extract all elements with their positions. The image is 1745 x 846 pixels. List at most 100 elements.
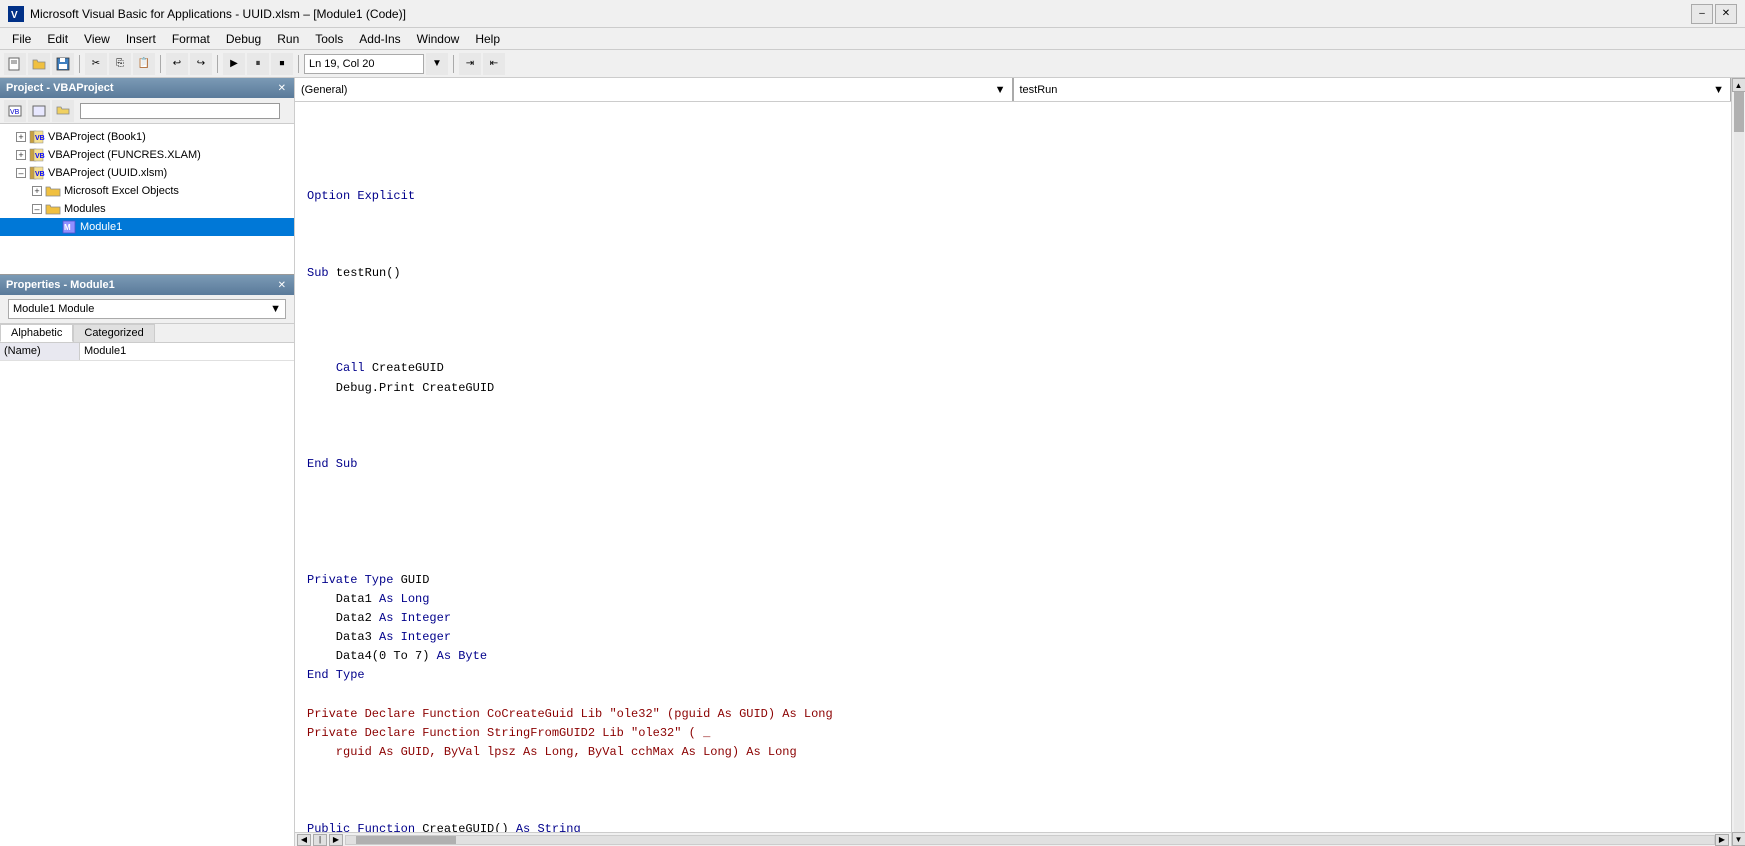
- code-sub-name: testRun(): [336, 266, 401, 280]
- folder-icon-excel-objects: [45, 183, 61, 199]
- code-line-option: Option Explicit: [307, 189, 415, 203]
- code-editor[interactable]: Option Explicit Sub testRun() Call Creat…: [295, 102, 1731, 832]
- menu-edit[interactable]: Edit: [39, 30, 76, 48]
- split-left-btn[interactable]: |: [313, 834, 327, 846]
- hscroll-thumb[interactable]: [356, 836, 456, 844]
- svg-text:VB: VB: [10, 109, 20, 116]
- code-end-sub: End Sub: [307, 457, 357, 471]
- props-val-name[interactable]: Module1: [80, 343, 294, 360]
- toolbar-location: Ln 19, Col 20: [304, 54, 424, 74]
- expand-uuid[interactable]: –: [16, 168, 26, 178]
- toolbar-run-btn[interactable]: ▶: [223, 53, 245, 75]
- toolbar-stop-btn[interactable]: ⏹: [271, 53, 293, 75]
- left-panel: Project - VBAProject ✕ VB +: [0, 78, 295, 846]
- toolbar-copy-btn[interactable]: ⎘: [109, 53, 131, 75]
- tree-item-modules[interactable]: – Modules: [0, 200, 294, 218]
- properties-panel: Properties - Module1 ✕ Module1 Module ▼ …: [0, 275, 294, 846]
- tree-item-uuid[interactable]: – VB VBAProject (UUID.xlsm): [0, 164, 294, 182]
- toolbar-indent-btn[interactable]: ⇥: [459, 53, 481, 75]
- vscroll-up-btn[interactable]: ▲: [1732, 78, 1745, 92]
- properties-dropdown-value: Module1 Module: [13, 303, 94, 315]
- toolbar-sep-5: [453, 55, 454, 73]
- project-view-form-btn[interactable]: [28, 100, 50, 122]
- tree-item-funcres[interactable]: + VB VBAProject (FUNCRES.XLAM): [0, 146, 294, 164]
- toolbar-outdent-btn[interactable]: ⇤: [483, 53, 505, 75]
- toolbar-pause-btn[interactable]: ⏸: [247, 53, 269, 75]
- menu-tools[interactable]: Tools: [307, 30, 351, 48]
- code-private-type: Private Type: [307, 573, 401, 587]
- editor-hscrollbar[interactable]: ◀ | ▶ ▶: [295, 832, 1731, 846]
- tree-label-module1: Module1: [80, 221, 122, 233]
- tree-label-excel-objects: Microsoft Excel Objects: [64, 185, 179, 197]
- minimize-button[interactable]: –: [1691, 4, 1713, 24]
- code-end-type: End Type: [307, 668, 365, 682]
- hscroll-right-btn[interactable]: ▶: [1715, 834, 1729, 846]
- editor-proc-dropdown[interactable]: testRun ▼: [1013, 78, 1732, 101]
- svg-text:V: V: [11, 10, 18, 21]
- properties-panel-close[interactable]: ✕: [276, 280, 288, 291]
- vscroll-down-btn[interactable]: ▼: [1732, 832, 1745, 846]
- title-bar: V Microsoft Visual Basic for Application…: [0, 0, 1745, 28]
- menu-view[interactable]: View: [76, 30, 118, 48]
- tab-alphabetic[interactable]: Alphabetic: [0, 324, 73, 342]
- tree-item-module1[interactable]: M Module1: [0, 218, 294, 236]
- properties-content: (Name) Module1: [0, 343, 294, 846]
- project-view-code-btn[interactable]: VB: [4, 100, 26, 122]
- main-toolbar: ✂ ⎘ 📋 ↩ ↪ ▶ ⏸ ⏹ Ln 19, Col 20 ▼ ⇥ ⇤: [0, 50, 1745, 78]
- menu-addins[interactable]: Add-Ins: [351, 30, 408, 48]
- title-text: Microsoft Visual Basic for Applications …: [30, 7, 1691, 21]
- editor-context-value: (General): [301, 84, 347, 96]
- expand-funcres[interactable]: +: [16, 150, 26, 160]
- hscroll-left-btn[interactable]: ◀: [297, 834, 311, 846]
- toolbar-redo-btn[interactable]: ↪: [190, 53, 212, 75]
- menu-insert[interactable]: Insert: [118, 30, 164, 48]
- hscroll-track[interactable]: [345, 835, 1715, 845]
- project-panel-title: Project - VBAProject: [6, 82, 114, 94]
- properties-dropdown-arrow: ▼: [270, 303, 281, 315]
- split-right-btn[interactable]: ▶: [329, 834, 343, 846]
- vscroll-thumb[interactable]: [1734, 92, 1744, 132]
- code-public-func: Public Function: [307, 822, 422, 832]
- app-icon: V: [8, 6, 24, 22]
- tree-label-uuid: VBAProject (UUID.xlsm): [48, 167, 167, 179]
- properties-dropdown[interactable]: Module1 Module ▼: [8, 299, 286, 319]
- tree-label-funcres: VBAProject (FUNCRES.XLAM): [48, 149, 201, 161]
- menu-format[interactable]: Format: [164, 30, 218, 48]
- vscroll-track[interactable]: [1734, 92, 1744, 832]
- toolbar-new-btn[interactable]: [4, 53, 26, 75]
- menu-run[interactable]: Run: [269, 30, 307, 48]
- main-content: Project - VBAProject ✕ VB +: [0, 78, 1745, 846]
- tree-label-book1: VBAProject (Book1): [48, 131, 146, 143]
- project-toggle-folders-btn[interactable]: [52, 100, 74, 122]
- code-declare-1: Private Declare Function CoCreateGuid Li…: [307, 707, 833, 759]
- title-bar-controls: – ✕: [1691, 4, 1737, 24]
- editor-area: (General) ▼ testRun ▼ Option Explicit Su…: [295, 78, 1731, 846]
- editor-vscrollbar[interactable]: ▲ ▼: [1731, 78, 1745, 846]
- project-panel-close[interactable]: ✕: [276, 83, 288, 94]
- toolbar-sep-3: [217, 55, 218, 73]
- editor-context-arrow: ▼: [995, 84, 1006, 96]
- editor-context-dropdown[interactable]: (General) ▼: [295, 78, 1013, 101]
- toolbar-save-btn[interactable]: [52, 53, 74, 75]
- tree-item-excel-objects[interactable]: + Microsoft Excel Objects: [0, 182, 294, 200]
- project-scrollbar[interactable]: [80, 103, 280, 119]
- toolbar-sep-4: [298, 55, 299, 73]
- menu-file[interactable]: File: [4, 30, 39, 48]
- toolbar-paste-btn[interactable]: 📋: [133, 53, 155, 75]
- tab-categorized[interactable]: Categorized: [73, 324, 154, 342]
- toolbar-open-btn[interactable]: [28, 53, 50, 75]
- menu-help[interactable]: Help: [467, 30, 508, 48]
- toolbar-undo-btn[interactable]: ↩: [166, 53, 188, 75]
- toolbar-location-dropdown[interactable]: ▼: [426, 53, 448, 75]
- expand-excel-objects[interactable]: +: [32, 186, 42, 196]
- tree-item-vbaproject-book1[interactable]: + VB VBAProject (Book1): [0, 128, 294, 146]
- expand-book1[interactable]: +: [16, 132, 26, 142]
- close-button[interactable]: ✕: [1715, 4, 1737, 24]
- project-tree: + VB VBAProject (Book1) +: [0, 124, 294, 274]
- menu-debug[interactable]: Debug: [218, 30, 269, 48]
- menu-window[interactable]: Window: [409, 30, 468, 48]
- toolbar-cut-btn[interactable]: ✂: [85, 53, 107, 75]
- toolbar-sep-1: [79, 55, 80, 73]
- props-row-name: (Name) Module1: [0, 343, 294, 361]
- expand-modules[interactable]: –: [32, 204, 42, 214]
